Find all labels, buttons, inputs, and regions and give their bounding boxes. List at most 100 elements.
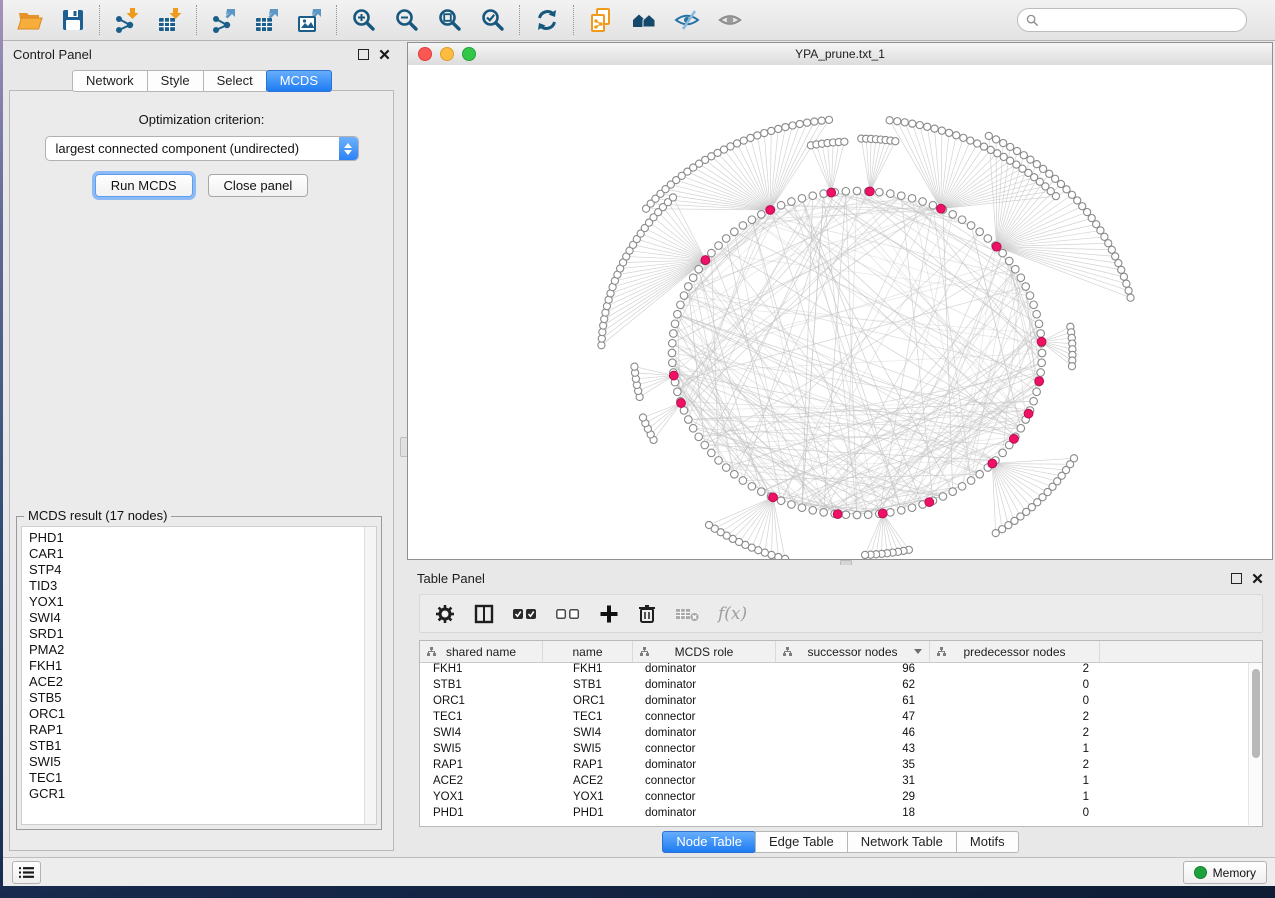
table-cell[interactable]: 1 [930,791,1100,807]
hide-selected-icon[interactable] [673,7,700,34]
table-cell[interactable]: dominator [633,695,776,711]
float-table-panel-icon[interactable] [1231,573,1242,584]
tab-node-table[interactable]: Node Table [662,831,756,853]
unselect-all-icon[interactable] [556,602,580,626]
save-session-icon[interactable] [59,7,86,34]
mcds-result-node[interactable]: STB1 [29,738,376,754]
settings-icon[interactable] [435,602,455,626]
table-cell[interactable]: 2 [930,663,1100,679]
table-row[interactable]: FKH1FKH1dominator962 [420,663,1262,679]
table-cell[interactable]: 18 [776,807,930,823]
zoom-out-icon[interactable] [393,7,420,34]
tab-style[interactable]: Style [147,70,204,92]
table-cell[interactable]: 35 [776,759,930,775]
mcds-result-list[interactable]: PHD1CAR1STP4TID3YOX1SWI4SRD1PMA2FKH1ACE2… [21,526,377,825]
table-cell[interactable]: SWI4 [420,727,543,743]
table-cell[interactable]: connector [633,711,776,727]
show-all-icon[interactable] [716,7,743,34]
tab-network-table[interactable]: Network Table [847,831,957,853]
table-cell[interactable]: PHD1 [420,807,543,823]
table-cell[interactable]: 0 [930,695,1100,711]
table-row[interactable]: SWI4SWI4dominator462 [420,727,1262,743]
table-cell[interactable]: dominator [633,663,776,679]
refresh-view-icon[interactable] [533,7,560,34]
import-network-icon[interactable] [113,7,140,34]
table-cell[interactable]: SWI5 [420,743,543,759]
table-cell[interactable]: dominator [633,759,776,775]
mcds-result-node[interactable]: SWI5 [29,754,376,770]
table-cell[interactable]: ORC1 [420,695,543,711]
table-cell[interactable]: FKH1 [420,663,543,679]
column-header-mcds-role[interactable]: MCDS role [633,641,776,662]
table-cell[interactable]: RAP1 [543,759,633,775]
export-network-icon[interactable] [210,7,237,34]
table-cell[interactable]: RAP1 [420,759,543,775]
zoom-selected-icon[interactable] [479,7,506,34]
mcds-result-node[interactable]: ORC1 [29,706,376,722]
table-cell[interactable]: 47 [776,711,930,727]
table-cell[interactable]: 31 [776,775,930,791]
memory-button[interactable]: Memory [1183,861,1267,884]
mcds-result-node[interactable]: FKH1 [29,658,376,674]
table-cell[interactable]: ACE2 [543,775,633,791]
table-cell[interactable]: SWI5 [543,743,633,759]
table-cell[interactable]: YOX1 [420,791,543,807]
tab-motifs[interactable]: Motifs [956,831,1019,853]
table-cell[interactable]: 29 [776,791,930,807]
mcds-result-node[interactable]: SWI4 [29,610,376,626]
table-row[interactable]: PHD1PHD1dominator180 [420,807,1262,823]
zoom-fit-icon[interactable] [436,7,463,34]
table-cell[interactable]: 62 [776,679,930,695]
tab-mcds[interactable]: MCDS [266,70,332,92]
optimization-criterion-select[interactable]: largest connected component (undirected) [45,136,359,161]
first-neighbors-icon[interactable] [630,7,657,34]
table-row[interactable]: TEC1TEC1connector472 [420,711,1262,727]
table-scrollbar-thumb[interactable] [1252,669,1260,758]
float-panel-icon[interactable] [358,49,369,60]
mcds-list-scrollbar[interactable] [364,527,376,824]
table-cell[interactable]: 1 [930,743,1100,759]
mcds-result-node[interactable]: PMA2 [29,642,376,658]
table-scrollbar[interactable] [1248,663,1262,825]
table-cell[interactable]: YOX1 [543,791,633,807]
table-cell[interactable]: connector [633,791,776,807]
table-cell[interactable]: 0 [930,679,1100,695]
mcds-result-node[interactable]: RAP1 [29,722,376,738]
table-row[interactable]: SWI5SWI5connector431 [420,743,1262,759]
table-cell[interactable]: 96 [776,663,930,679]
open-session-icon[interactable] [16,7,43,34]
export-table-icon[interactable] [253,7,280,34]
zoom-in-icon[interactable] [350,7,377,34]
show-columns-icon[interactable] [474,602,494,626]
task-history-button[interactable] [12,861,41,884]
import-table-icon[interactable] [156,7,183,34]
table-cell[interactable]: ACE2 [420,775,543,791]
table-cell[interactable]: dominator [633,727,776,743]
close-panel-button[interactable]: Close panel [208,174,309,197]
mcds-result-node[interactable]: TEC1 [29,770,376,786]
mcds-result-node[interactable]: STP4 [29,562,376,578]
mcds-result-node[interactable]: STB5 [29,690,376,706]
table-cell[interactable]: STB1 [420,679,543,695]
table-cell[interactable]: 2 [930,759,1100,775]
close-table-panel-icon[interactable] [1252,573,1263,584]
table-cell[interactable]: TEC1 [543,711,633,727]
mcds-result-node[interactable]: ACE2 [29,674,376,690]
search-box[interactable] [1017,8,1247,32]
mcds-result-node[interactable]: TID3 [29,578,376,594]
table-cell[interactable]: ORC1 [543,695,633,711]
mcds-result-node[interactable]: CAR1 [29,546,376,562]
select-all-icon[interactable] [513,602,537,626]
table-row[interactable]: STB1STB1dominator620 [420,679,1262,695]
table-cell[interactable]: STB1 [543,679,633,695]
export-image-icon[interactable] [296,7,323,34]
table-cell[interactable]: PHD1 [543,807,633,823]
table-cell[interactable]: 2 [930,727,1100,743]
column-header-shared-name[interactable]: shared name [420,641,543,662]
table-cell[interactable]: 43 [776,743,930,759]
add-column-icon[interactable] [599,602,619,626]
table-row[interactable]: RAP1RAP1dominator352 [420,759,1262,775]
mcds-result-node[interactable]: SRD1 [29,626,376,642]
table-cell[interactable]: 46 [776,727,930,743]
table-row[interactable]: YOX1YOX1connector291 [420,791,1262,807]
